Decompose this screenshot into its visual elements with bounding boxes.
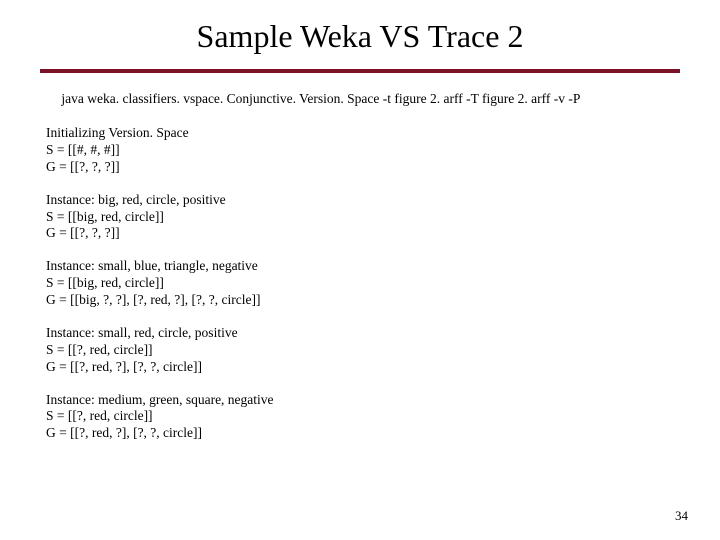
trace-block: Instance: big, red, circle, positive S =…: [46, 192, 680, 243]
title-rule: [40, 69, 680, 73]
slide: Sample Weka VS Trace 2 java weka. classi…: [0, 0, 720, 540]
page-number: 34: [675, 508, 688, 524]
trace-block: Initializing Version. Space S = [[#, #, …: [46, 125, 680, 176]
trace-block: Instance: small, blue, triangle, negativ…: [46, 258, 680, 309]
command-line: java weka. classifiers. vspace. Conjunct…: [58, 91, 680, 107]
trace-block: Instance: small, red, circle, positive S…: [46, 325, 680, 376]
trace-block: Instance: medium, green, square, negativ…: [46, 392, 680, 443]
page-title: Sample Weka VS Trace 2: [40, 18, 680, 55]
